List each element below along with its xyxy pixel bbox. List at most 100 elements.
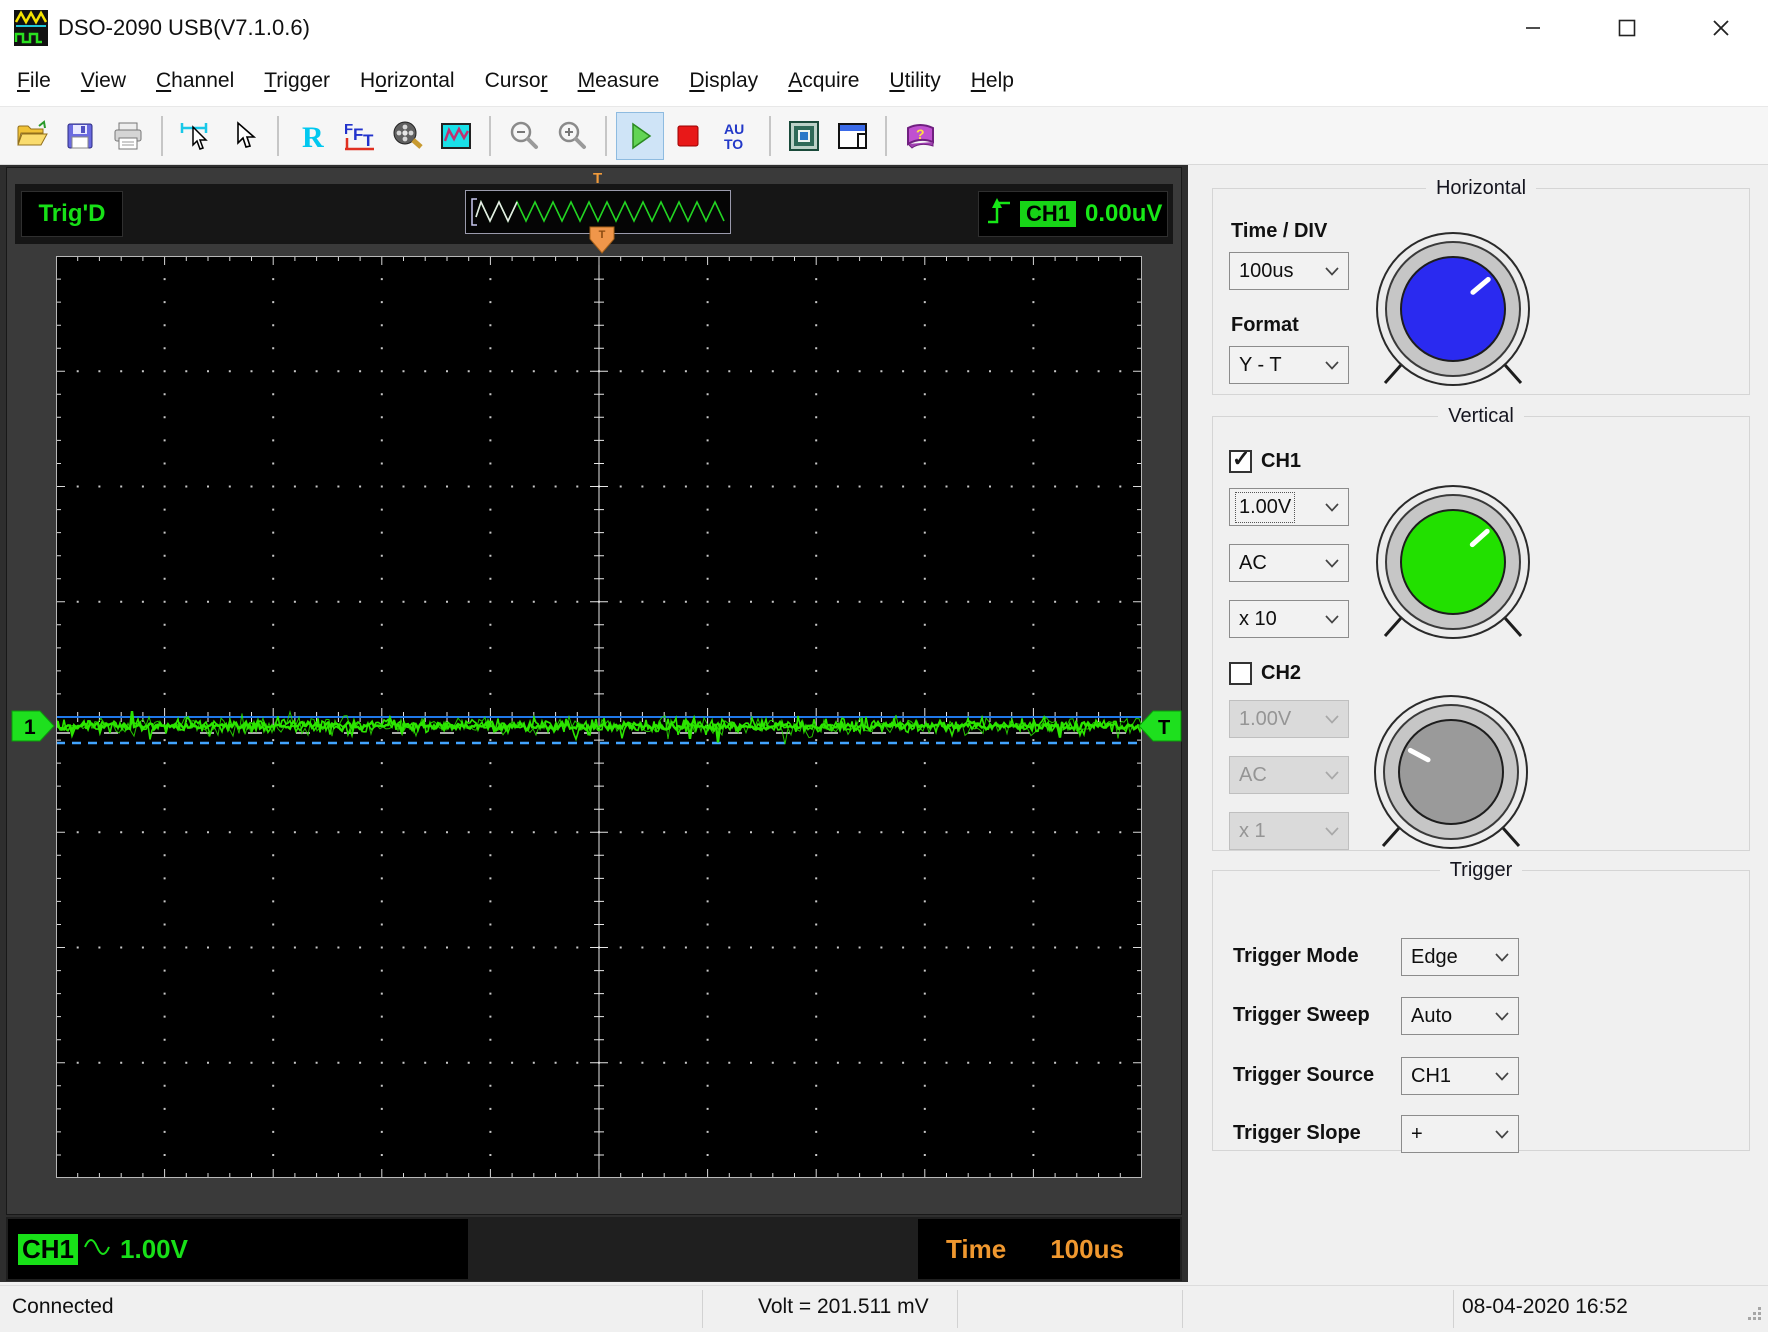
ch1-enable-checkbox[interactable]: CH1 xyxy=(1229,446,1302,473)
menu-utility[interactable]: Utility xyxy=(874,69,955,93)
maximize-button[interactable] xyxy=(1580,0,1674,56)
zoom-out-button[interactable] xyxy=(500,112,548,160)
refresh-r-icon: R xyxy=(302,121,324,153)
trigger-slope-label: Trigger Slope xyxy=(1233,1122,1361,1144)
trigger-readout: CH1 0.00uV xyxy=(978,191,1168,237)
scope-column: Trig'D T CH1 0.00uV T 1 T CH1 1.00V Time… xyxy=(0,165,1188,1282)
trigger-source-label: Trigger Source xyxy=(1233,1064,1375,1086)
fft-button[interactable]: FFT xyxy=(336,112,384,160)
trigger-status: Trig'D xyxy=(21,191,123,237)
ch1-position-marker[interactable]: 1 xyxy=(11,710,55,742)
svg-text:?: ? xyxy=(916,126,925,142)
ch2-enable-checkbox[interactable]: CH2 xyxy=(1229,662,1301,685)
zoom-out-icon xyxy=(510,121,538,149)
waveform-icon xyxy=(441,122,471,149)
ch2-volts-select: 1.00V xyxy=(1229,700,1349,738)
app-icon xyxy=(14,10,48,46)
menu-acquire[interactable]: Acquire xyxy=(773,69,874,93)
trigger-sweep-select[interactable]: Auto xyxy=(1401,997,1519,1035)
close-button[interactable] xyxy=(1674,0,1768,56)
menu-display[interactable]: Display xyxy=(674,69,773,93)
svg-text:T: T xyxy=(599,229,606,241)
start-icon xyxy=(632,122,652,149)
stop-button[interactable] xyxy=(664,112,712,160)
ch1-settings-readout: CH1 1.00V xyxy=(8,1219,468,1279)
window-title: DSO-2090 USB(V7.1.0.6) xyxy=(58,15,310,40)
trigger-slope-select[interactable]: + xyxy=(1401,1115,1519,1153)
trigger-channel-badge: CH1 xyxy=(1020,200,1077,228)
menu-file[interactable]: File xyxy=(2,69,66,93)
menu-measure[interactable]: Measure xyxy=(563,69,675,93)
cursor-cross-button[interactable] xyxy=(172,112,220,160)
ch1-volts-div: 1.00V xyxy=(120,1233,188,1264)
title-bar: DSO-2090 USB(V7.1.0.6) xyxy=(0,0,1768,56)
ch1-badge: CH1 xyxy=(18,1233,79,1265)
auto-set-icon: AUTO xyxy=(724,121,744,152)
print-button[interactable] xyxy=(104,112,152,160)
help-book-button[interactable]: ? xyxy=(896,112,944,160)
window-layout-button[interactable] xyxy=(828,112,876,160)
preview-trigger-mark: T xyxy=(593,170,603,187)
toolbar-separator xyxy=(489,115,491,156)
start-button[interactable] xyxy=(616,111,664,160)
svg-text:T: T xyxy=(1158,717,1170,739)
resize-grip[interactable] xyxy=(1746,1303,1762,1327)
vertical-group-title: Vertical xyxy=(1448,405,1514,427)
time-div-select[interactable]: 100us xyxy=(1229,252,1349,290)
statusbar-separator xyxy=(1182,1290,1183,1328)
refresh-r-button[interactable]: R xyxy=(288,112,336,160)
menu-help[interactable]: Help xyxy=(956,69,1029,93)
trigger-source-select[interactable]: CH1 xyxy=(1401,1057,1519,1095)
record-button[interactable] xyxy=(384,112,432,160)
volt-readout: Volt = 201.511 mV xyxy=(758,1295,929,1318)
cursor-cross-icon xyxy=(180,122,208,150)
help-book-icon: ? xyxy=(907,123,934,149)
toolbar-separator xyxy=(605,115,607,156)
trigger-mode-label: Trigger Mode xyxy=(1233,945,1359,967)
datetime-readout: 08-04-2020 16:52 xyxy=(1462,1295,1628,1318)
toolbar-separator xyxy=(769,115,771,156)
ch2-checkbox-box[interactable] xyxy=(1229,662,1252,685)
time-label: Time xyxy=(946,1233,1007,1264)
statusbar-separator xyxy=(957,1290,958,1328)
save-icon xyxy=(67,123,93,148)
ch1-position-knob[interactable] xyxy=(1371,480,1535,644)
horizontal-position-marker[interactable]: T xyxy=(589,226,615,254)
menu-cursor[interactable]: Cursor xyxy=(470,69,563,93)
svg-text:AU: AU xyxy=(724,121,744,137)
format-select[interactable]: Y - T xyxy=(1229,346,1349,384)
trigger-level-marker[interactable]: T xyxy=(1138,710,1182,742)
waveform-button[interactable] xyxy=(432,112,480,160)
horizontal-position-knob[interactable] xyxy=(1371,227,1535,391)
minimize-button[interactable] xyxy=(1486,0,1580,56)
ch1-coupling-select[interactable]: AC xyxy=(1229,544,1349,582)
ch1-volts-select[interactable]: 1.00V xyxy=(1229,488,1349,526)
trigger-mode-select[interactable]: Edge xyxy=(1401,938,1519,976)
connection-status: Connected xyxy=(12,1295,114,1318)
trigger-sweep-label: Trigger Sweep xyxy=(1233,1004,1370,1026)
cursor-arrow-icon xyxy=(237,120,257,148)
menu-channel[interactable]: Channel xyxy=(141,69,249,93)
open-button[interactable] xyxy=(8,112,56,160)
menu-trigger[interactable]: Trigger xyxy=(249,69,345,93)
menu-horizontal[interactable]: Horizontal xyxy=(345,69,470,93)
svg-text:1: 1 xyxy=(24,716,36,739)
ch2-position-knob[interactable] xyxy=(1369,690,1533,854)
ch2-probe-select: x 1 xyxy=(1229,812,1349,850)
svg-text:F: F xyxy=(344,121,353,138)
trigger-group-title: Trigger xyxy=(1449,859,1513,881)
ch2-checkbox-label: CH2 xyxy=(1261,662,1302,684)
menu-view[interactable]: View xyxy=(66,69,141,93)
svg-text:R: R xyxy=(302,121,324,153)
full-screen-button[interactable] xyxy=(780,112,828,160)
ch1-checkbox-label: CH1 xyxy=(1261,450,1302,472)
print-icon xyxy=(114,122,142,149)
auto-set-button[interactable]: AU TO xyxy=(712,112,760,160)
graticule-waveform-area xyxy=(54,255,1144,1179)
ch1-checkbox-box[interactable] xyxy=(1229,446,1252,473)
save-button[interactable] xyxy=(56,112,104,160)
zoom-in-button[interactable] xyxy=(548,112,596,160)
cursor-arrow-button[interactable] xyxy=(220,112,268,160)
main-content: Trig'D T CH1 0.00uV T 1 T CH1 1.00V Time… xyxy=(0,165,1768,1285)
ch1-probe-select[interactable]: x 10 xyxy=(1229,600,1349,638)
